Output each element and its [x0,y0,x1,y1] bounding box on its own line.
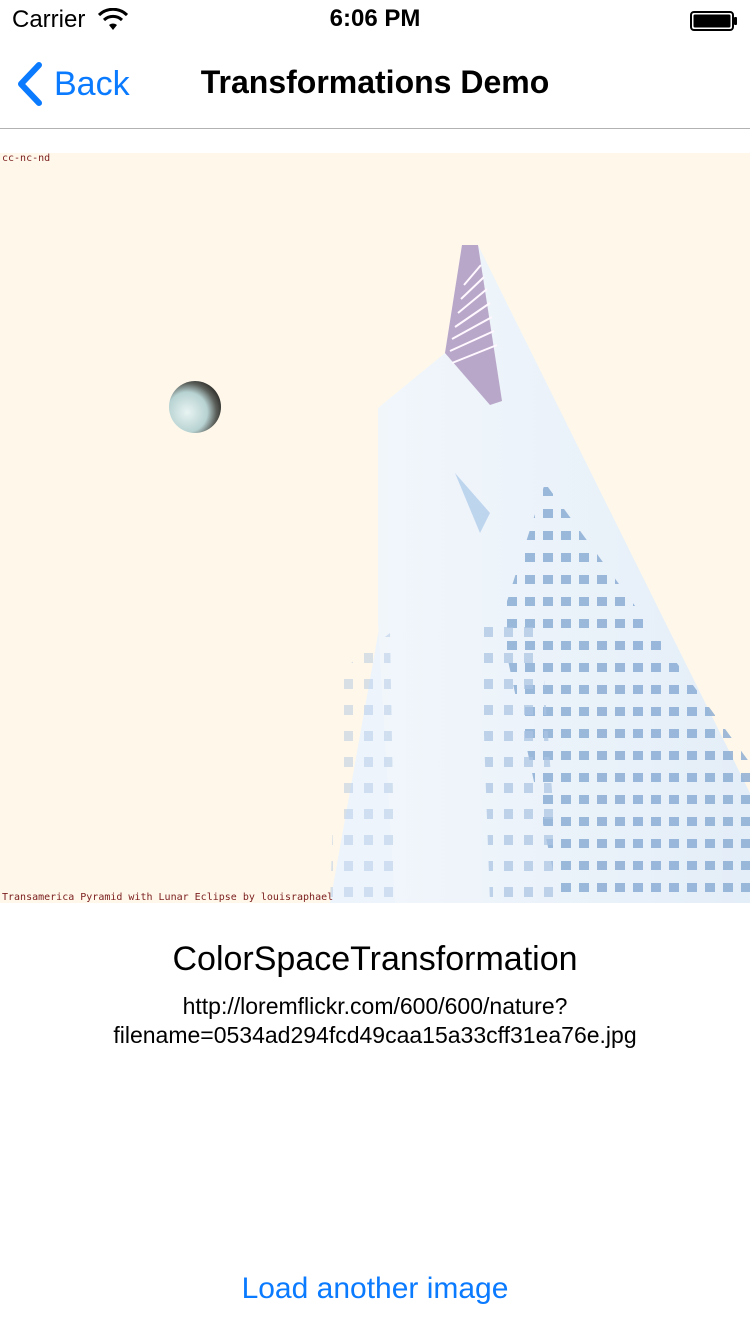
pyramid-photo [0,153,750,903]
navigation-bar: Back Transformations Demo [0,40,750,129]
transformation-name: ColorSpaceTransformation [172,940,578,978]
load-another-image-button[interactable]: Load another image [0,1272,750,1306]
status-time: 6:06 PM [329,5,421,32]
transformed-image: cc-nc-nd Transamerica Pyramid with Lunar… [0,153,750,903]
license-label: cc-nc-nd [2,153,51,164]
image-url-line-2: filename=0534ad294fcd49caa15a33cff31ea76… [113,1022,637,1048]
image-url-line-1: http://loremflickr.com/600/600/nature? [182,993,568,1019]
image-caption: Transamerica Pyramid with Lunar Eclipse … [2,892,334,903]
page-title: Transformations Demo [200,64,550,100]
image-url: http://loremflickr.com/600/600/nature? f… [60,992,690,1050]
battery-icon [690,11,737,31]
status-bar: Carrier 6:06 PM [0,0,750,40]
